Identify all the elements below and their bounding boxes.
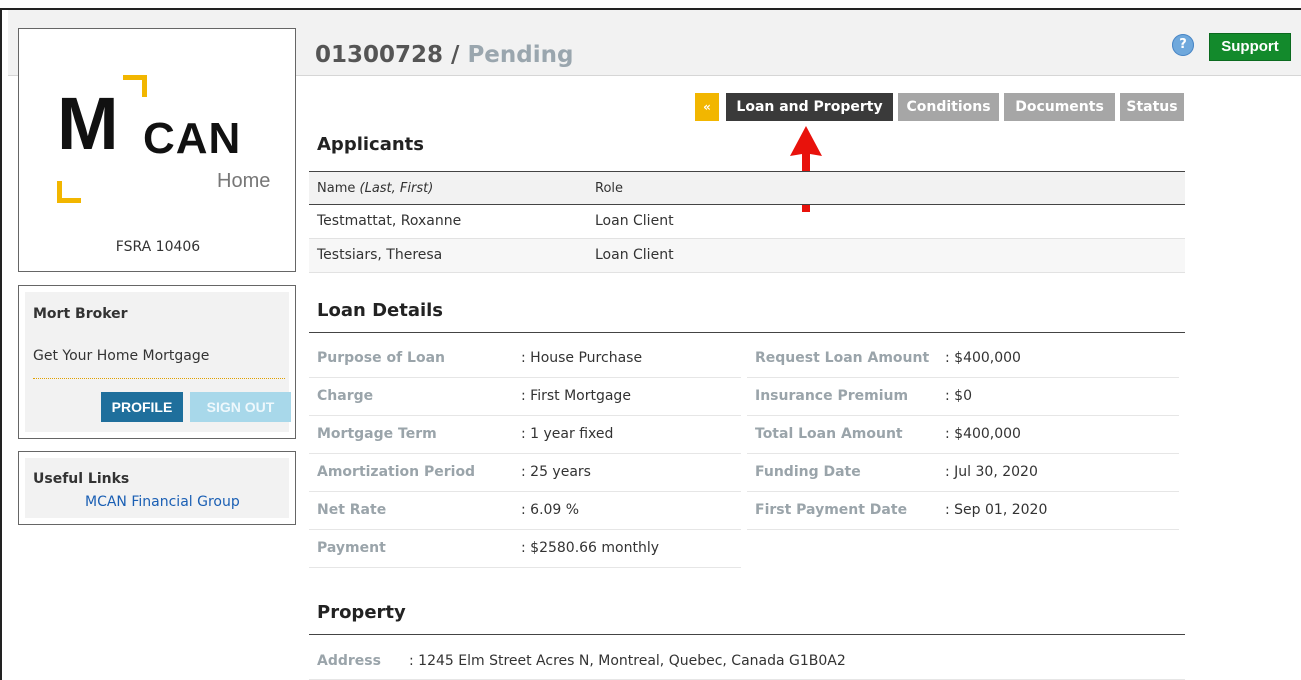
detail-row: Purpose of Loan : House Purchase bbox=[309, 340, 741, 378]
detail-label: Mortgage Term bbox=[317, 426, 437, 442]
profile-button[interactable]: PROFILE bbox=[101, 392, 183, 422]
table-row: Testsiars, Theresa Loan Client bbox=[309, 239, 1185, 273]
detail-value: : Jul 30, 2020 bbox=[945, 464, 1038, 480]
logo-text-can: CAN bbox=[143, 114, 242, 163]
link-mcan-financial-group[interactable]: MCAN Financial Group bbox=[85, 494, 240, 510]
column-header-name: Name (Last, First) bbox=[317, 181, 433, 196]
applicant-name: Testmattat, Roxanne bbox=[317, 213, 462, 229]
detail-value: : 1 year fixed bbox=[521, 426, 614, 442]
useful-links-title: Useful Links bbox=[33, 471, 130, 487]
detail-row: First Payment Date : Sep 01, 2020 bbox=[747, 492, 1179, 530]
applicants-heading: Applicants bbox=[317, 134, 424, 155]
detail-value: : $400,000 bbox=[945, 426, 1021, 442]
tab-documents[interactable]: Documents bbox=[1004, 93, 1115, 121]
table-header: Name (Last, First) Role bbox=[309, 172, 1185, 205]
detail-value: : $2580.66 monthly bbox=[521, 540, 660, 556]
support-button[interactable]: Support bbox=[1209, 33, 1291, 61]
window-frame-left bbox=[0, 8, 2, 680]
detail-row: Net Rate : 6.09 % bbox=[309, 492, 741, 530]
detail-row: Mortgage Term : 1 year fixed bbox=[309, 416, 741, 454]
detail-label: Charge bbox=[317, 388, 374, 404]
detail-label: Request Loan Amount bbox=[755, 350, 930, 366]
applicant-role: Loan Client bbox=[595, 213, 674, 229]
license-number: FSRA 10406 bbox=[115, 239, 201, 255]
detail-row: Insurance Premium : $0 bbox=[747, 378, 1179, 416]
loan-details-rule bbox=[309, 332, 1185, 333]
detail-label: Amortization Period bbox=[317, 464, 476, 480]
address-label: Address bbox=[317, 653, 381, 669]
detail-value: : Sep 01, 2020 bbox=[945, 502, 1048, 518]
broker-name: Mort Broker bbox=[33, 306, 128, 322]
useful-links-panel: Useful Links MCAN Financial Group bbox=[18, 451, 296, 525]
applicant-name: Testsiars, Theresa bbox=[317, 247, 443, 263]
detail-label: Payment bbox=[317, 540, 386, 556]
column-header-role: Role bbox=[595, 181, 624, 196]
property-rule bbox=[309, 634, 1185, 635]
page-title: 01300728 / Pending bbox=[315, 42, 573, 68]
property-heading: Property bbox=[317, 602, 406, 623]
tab-conditions[interactable]: Conditions bbox=[898, 93, 999, 121]
detail-row: Charge : First Mortgage bbox=[309, 378, 741, 416]
column-header-name-text: Name bbox=[317, 181, 360, 196]
detail-value: : House Purchase bbox=[521, 350, 643, 366]
logo-panel: M CAN Home FSRA 10406 bbox=[18, 28, 296, 272]
logo-bracket-top bbox=[123, 75, 147, 97]
loan-number: 01300728 bbox=[315, 42, 444, 68]
detail-label: Insurance Premium bbox=[755, 388, 909, 404]
broker-company: Get Your Home Mortgage bbox=[33, 348, 210, 364]
detail-value: : $0 bbox=[945, 388, 972, 404]
detail-value: : 25 years bbox=[521, 464, 591, 480]
logo-bracket-bottom bbox=[57, 181, 81, 203]
address-value: : 1245 Elm Street Acres N, Montreal, Que… bbox=[409, 653, 846, 669]
question-icon[interactable]: ? bbox=[1172, 34, 1194, 56]
logo-letter-m: M bbox=[57, 82, 119, 165]
detail-row: Request Loan Amount : $400,000 bbox=[747, 340, 1179, 378]
logo-text-home: Home bbox=[217, 170, 271, 192]
detail-label: First Payment Date bbox=[755, 502, 908, 518]
column-header-name-hint: (Last, First) bbox=[359, 181, 434, 196]
detail-row: Amortization Period : 25 years bbox=[309, 454, 741, 492]
loan-details-heading: Loan Details bbox=[317, 300, 444, 321]
title-separator: / bbox=[443, 42, 468, 68]
detail-label: Funding Date bbox=[755, 464, 861, 480]
collapse-sidebar-tab[interactable]: « bbox=[695, 93, 719, 121]
detail-label: Net Rate bbox=[317, 502, 387, 518]
detail-value: : 6.09 % bbox=[521, 502, 580, 518]
applicants-table: Name (Last, First) Role Testmattat, Roxa… bbox=[309, 172, 1185, 273]
sign-out-button[interactable]: SIGN OUT bbox=[190, 392, 291, 422]
broker-panel: Mort Broker Get Your Home Mortgage PROFI… bbox=[18, 285, 296, 439]
table-row: Testmattat, Roxanne Loan Client bbox=[309, 205, 1185, 239]
broker-panel-body: Mort Broker Get Your Home Mortgage PROFI… bbox=[25, 292, 291, 432]
divider bbox=[33, 378, 285, 379]
detail-row: Payment : $2580.66 monthly bbox=[309, 530, 741, 568]
detail-value: : $400,000 bbox=[945, 350, 1021, 366]
tab-status[interactable]: Status bbox=[1120, 93, 1184, 121]
detail-label: Purpose of Loan bbox=[317, 350, 446, 366]
detail-label: Total Loan Amount bbox=[755, 426, 903, 442]
tab-loan-and-property[interactable]: Loan and Property bbox=[726, 93, 893, 121]
loan-status: Pending bbox=[467, 42, 574, 68]
detail-row: Total Loan Amount : $400,000 bbox=[747, 416, 1179, 454]
detail-row: Funding Date : Jul 30, 2020 bbox=[747, 454, 1179, 492]
useful-links-body: Useful Links MCAN Financial Group bbox=[25, 458, 289, 518]
detail-value: : First Mortgage bbox=[521, 388, 631, 404]
detail-row: Address : 1245 Elm Street Acres N, Montr… bbox=[309, 644, 1185, 680]
applicant-role: Loan Client bbox=[595, 247, 674, 263]
